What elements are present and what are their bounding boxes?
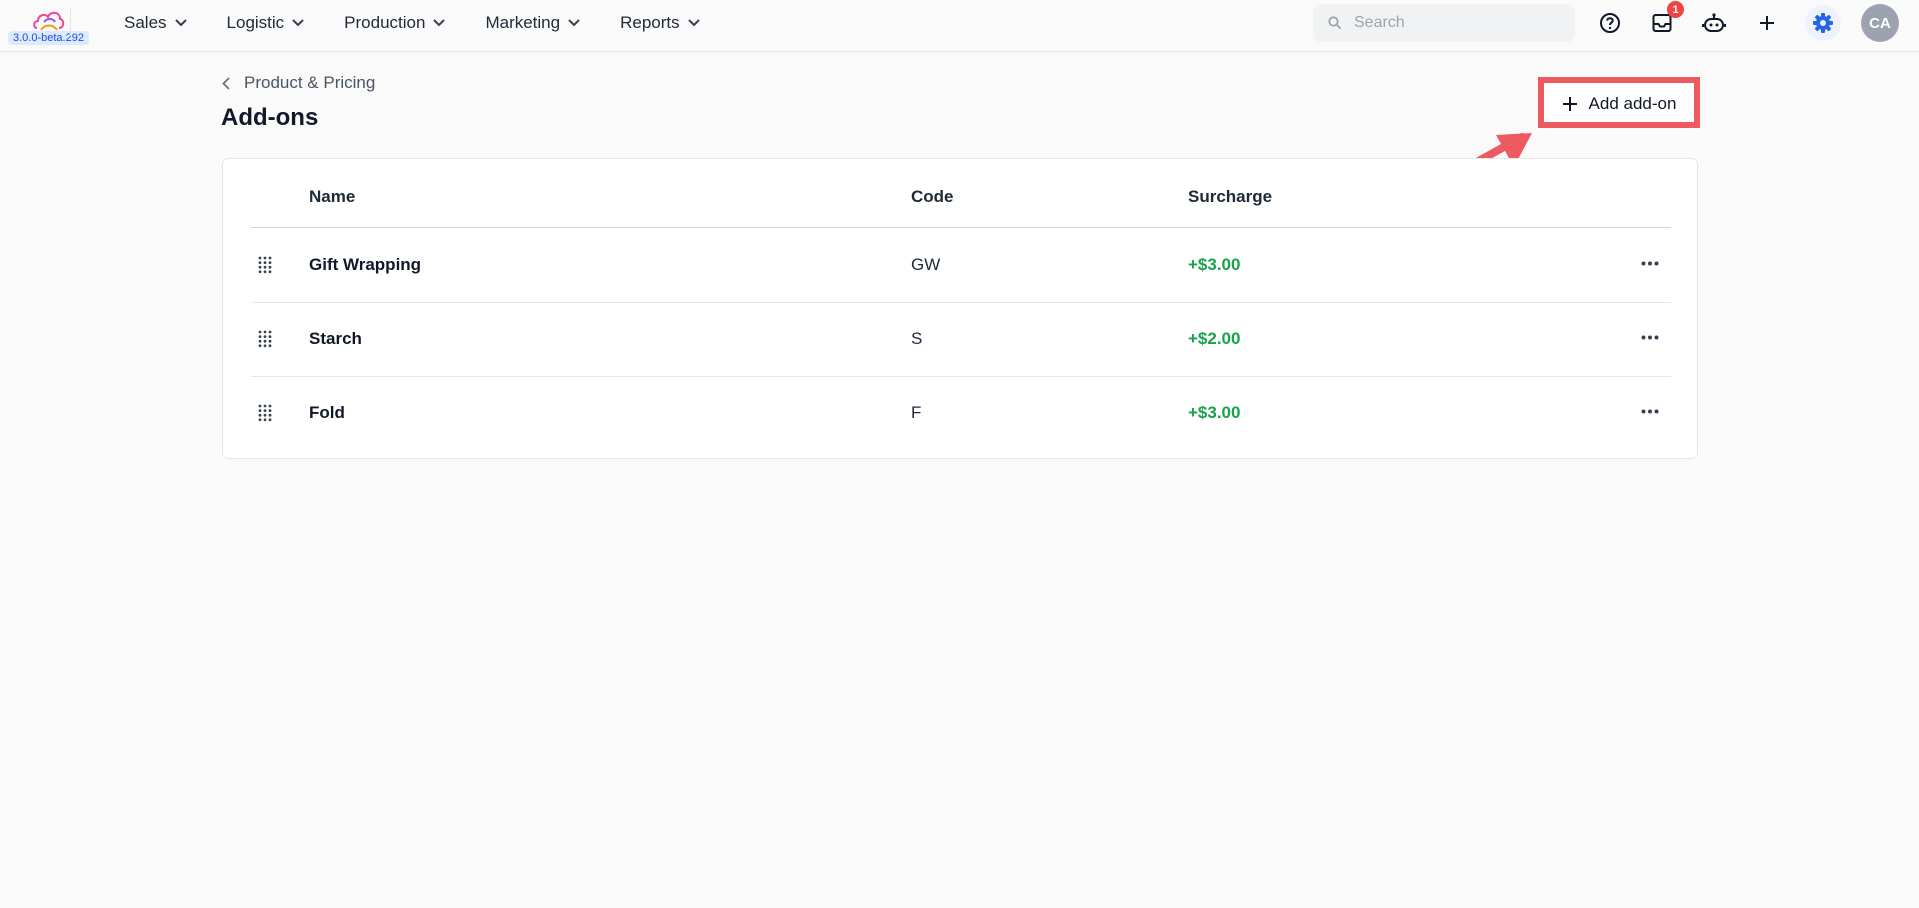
- nav-item-label: Production: [344, 13, 426, 32]
- user-avatar[interactable]: CA: [1861, 4, 1899, 42]
- addon-name: Starch: [309, 329, 362, 348]
- addon-surcharge: +$3.00: [1188, 403, 1241, 422]
- row-actions-button[interactable]: [1639, 326, 1661, 348]
- more-horizontal-icon: [1641, 409, 1659, 413]
- assistant-button[interactable]: [1700, 9, 1728, 37]
- app-logo[interactable]: 3.0.0-beta.292: [8, 6, 98, 46]
- column-header-name[interactable]: Name: [309, 187, 355, 207]
- drag-handle-icon[interactable]: [258, 404, 272, 422]
- logo-divider: [70, 8, 71, 36]
- top-navigation-bar: 3.0.0-beta.292 Sales Logistic Production…: [0, 0, 1919, 52]
- nav-item-reports[interactable]: Reports: [620, 13, 700, 33]
- add-addon-label: Add add-on: [1588, 94, 1677, 113]
- search-box[interactable]: [1313, 4, 1575, 42]
- table-header: Name Code Surcharge: [251, 159, 1671, 228]
- page-title: Add-ons: [221, 104, 319, 131]
- main-nav: Sales Logistic Production Marketing Repo…: [124, 0, 740, 46]
- drag-handle-icon[interactable]: [258, 330, 272, 348]
- addon-name: Fold: [309, 403, 345, 422]
- addon-surcharge: +$2.00: [1188, 329, 1241, 348]
- plus-icon: [1760, 16, 1774, 30]
- search-input[interactable]: [1352, 13, 1556, 33]
- gear-icon: [1813, 13, 1833, 33]
- addon-code: F: [911, 403, 922, 422]
- create-button[interactable]: [1753, 9, 1781, 37]
- cloud-logo-icon: [33, 11, 65, 31]
- addon-code: S: [911, 329, 923, 348]
- column-header-code[interactable]: Code: [911, 187, 954, 207]
- more-horizontal-icon: [1641, 261, 1659, 265]
- addon-name: Gift Wrapping: [309, 255, 422, 274]
- addons-table: Name Code Surcharge Gift Wrapping GW +$3…: [222, 158, 1698, 459]
- settings-button[interactable]: [1805, 5, 1841, 41]
- help-icon: [1600, 13, 1620, 33]
- search-icon: [1328, 16, 1342, 30]
- row-actions-button[interactable]: [1639, 400, 1661, 422]
- plus-icon: [1562, 97, 1577, 111]
- chevron-down-icon: [292, 19, 304, 27]
- addon-surcharge: +$3.00: [1188, 255, 1241, 274]
- nav-item-label: Marketing: [485, 13, 561, 32]
- nav-item-marketing[interactable]: Marketing: [485, 13, 580, 33]
- chevron-left-icon: [222, 76, 230, 90]
- nav-item-label: Reports: [620, 13, 680, 32]
- row-actions-button[interactable]: [1639, 252, 1661, 274]
- nav-item-sales[interactable]: Sales: [124, 13, 187, 33]
- more-horizontal-icon: [1641, 335, 1659, 339]
- addon-code: GW: [911, 255, 941, 274]
- chevron-down-icon: [433, 19, 446, 27]
- drag-handle-icon[interactable]: [258, 256, 272, 274]
- robot-icon: [1702, 13, 1726, 32]
- nav-item-production[interactable]: Production: [344, 13, 446, 33]
- inbox-button[interactable]: 1: [1648, 1, 1684, 37]
- nav-item-label: Sales: [124, 13, 167, 32]
- table-row[interactable]: Starch S +$2.00: [251, 302, 1671, 377]
- table-row[interactable]: Fold F +$3.00: [251, 376, 1671, 450]
- notification-badge: 1: [1667, 1, 1684, 18]
- nav-item-logistic[interactable]: Logistic: [227, 13, 305, 33]
- add-addon-button[interactable]: Add add-on: [1544, 84, 1694, 124]
- chevron-down-icon: [568, 19, 580, 27]
- table-row[interactable]: Gift Wrapping GW +$3.00: [251, 228, 1671, 303]
- breadcrumb-label: Product & Pricing: [244, 73, 376, 92]
- chevron-down-icon: [687, 19, 700, 27]
- chevron-down-icon: [174, 19, 187, 27]
- help-button[interactable]: [1596, 9, 1624, 37]
- column-header-surcharge[interactable]: Surcharge: [1188, 187, 1272, 207]
- nav-item-label: Logistic: [226, 13, 285, 32]
- breadcrumb[interactable]: Product & Pricing: [222, 73, 375, 93]
- version-badge: 3.0.0-beta.292: [8, 31, 89, 45]
